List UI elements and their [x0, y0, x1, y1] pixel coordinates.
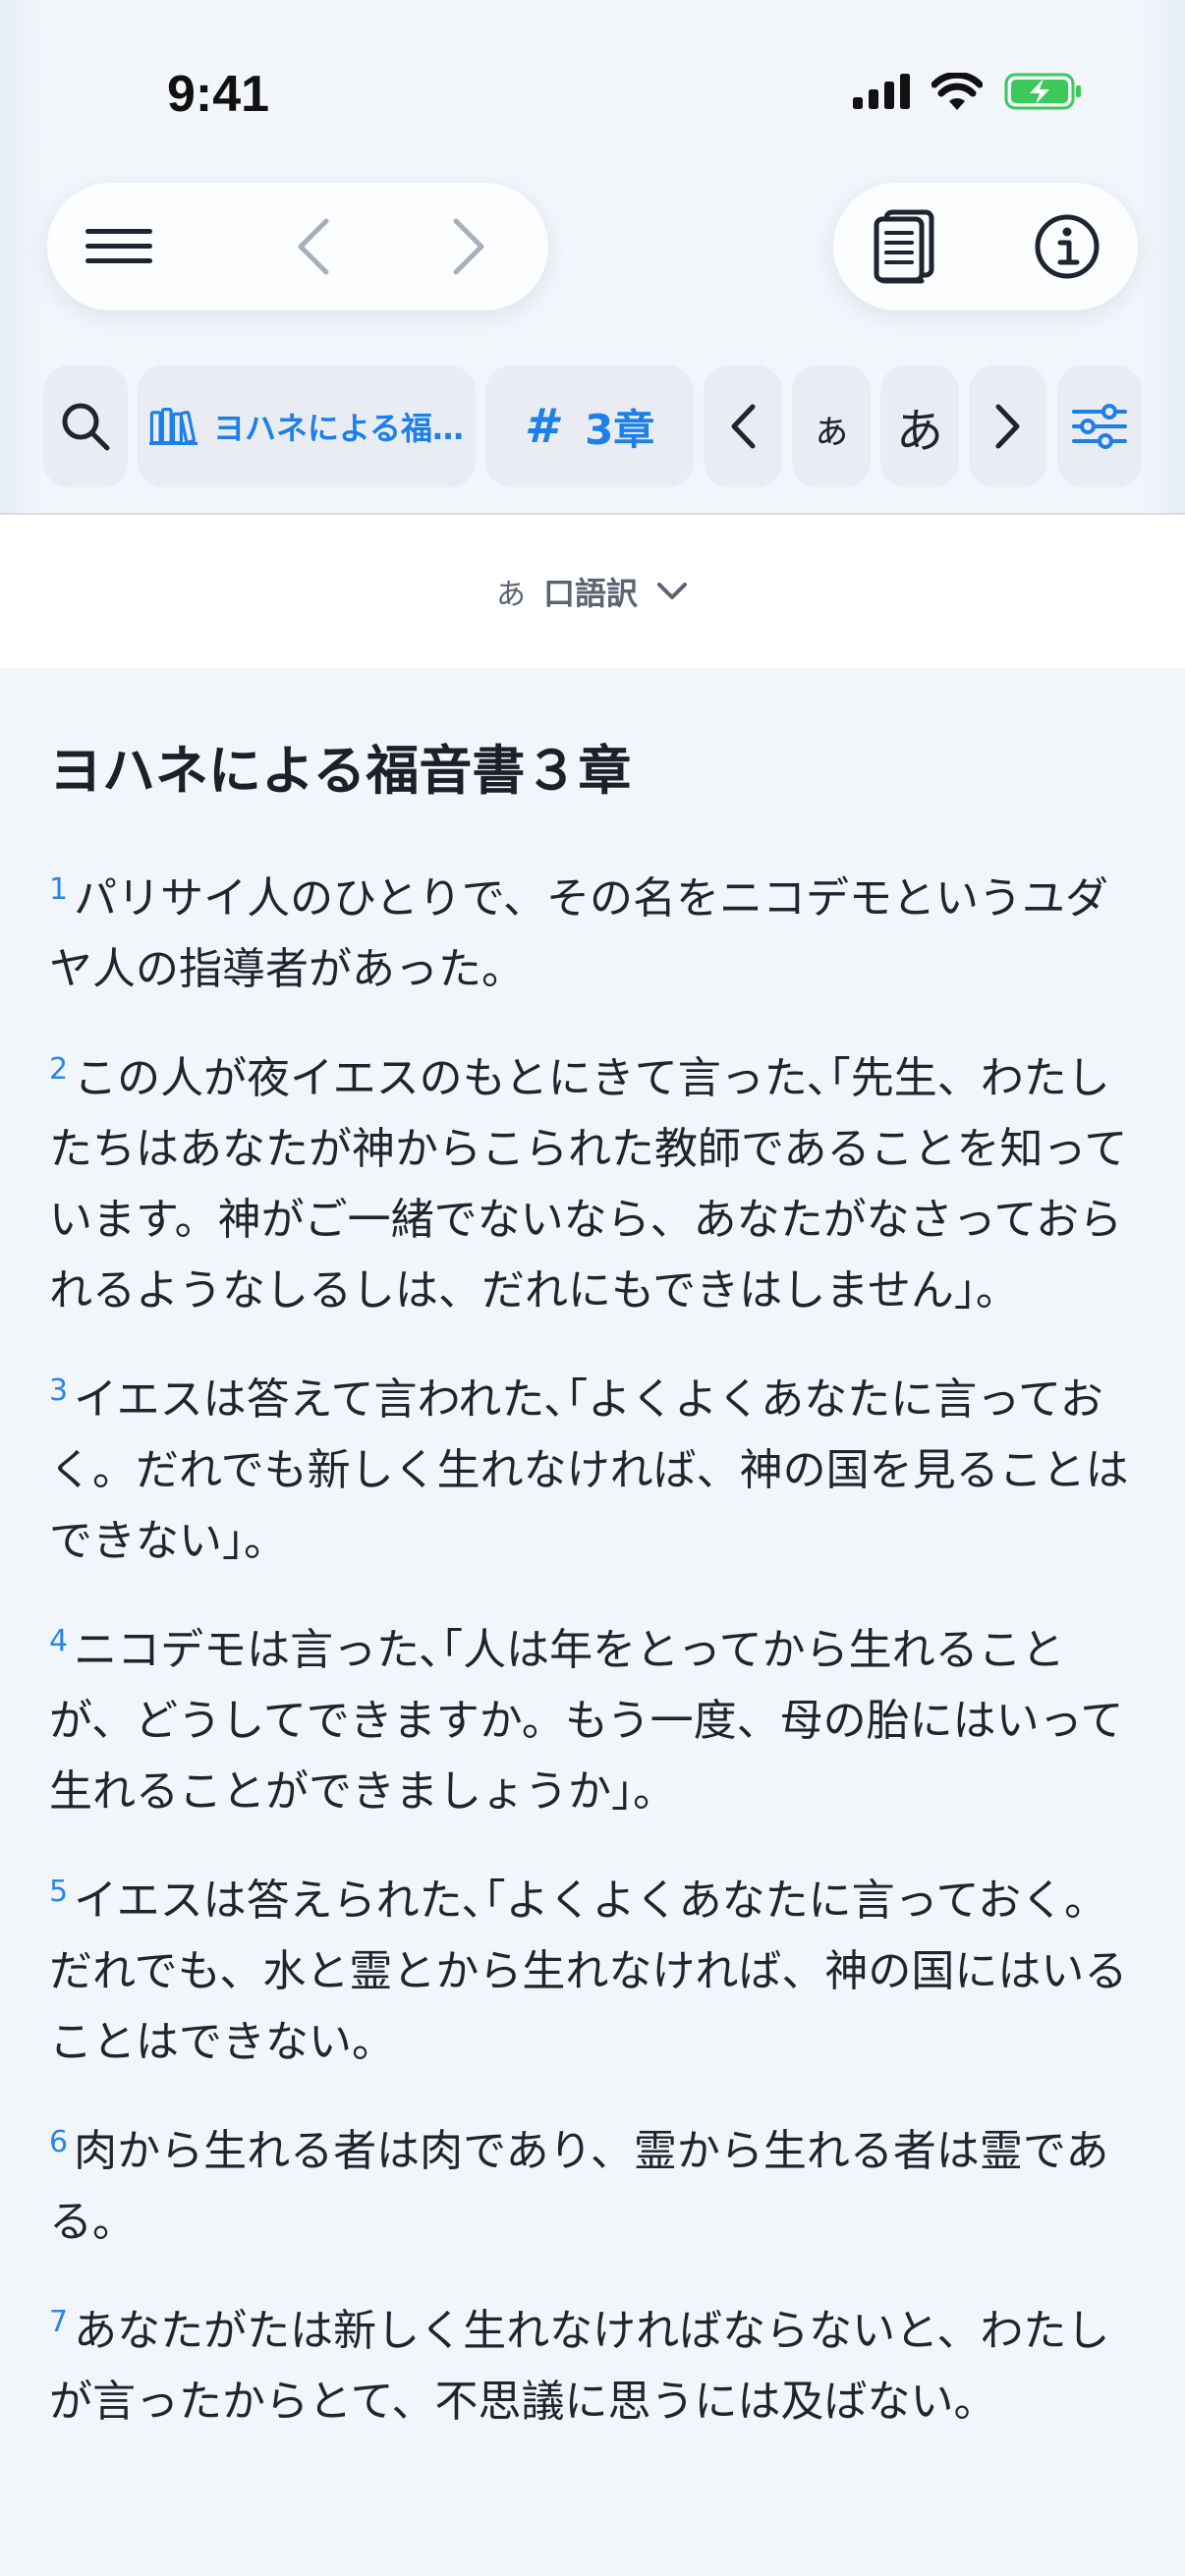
verse-number: 5 — [49, 1875, 69, 1909]
chevron-left-icon — [298, 218, 329, 275]
actions-pill — [833, 183, 1138, 310]
notes-button[interactable] — [855, 183, 953, 310]
chapter-label: 3章 — [585, 405, 655, 454]
book-selector-button[interactable]: ヨハネによる福… — [138, 365, 476, 487]
verse: 2 この人が夜イエスのもとにきて言った､｢先生、わたしたちはあなたが神からこられた… — [49, 1035, 1130, 1326]
chevron-left-icon — [731, 404, 756, 449]
verse: 1 パリサイ人のひとりで、その名をニコデモというユダヤ人の指導者があった。 — [49, 855, 1130, 1005]
forward-button[interactable] — [430, 183, 509, 310]
wifi-icon — [931, 73, 983, 110]
verse-number: 7 — [49, 2305, 69, 2339]
battery-charging-icon — [1004, 73, 1081, 110]
verse-text: イエスは答えて言われた､｢よくよくあなたに言っておく。だれでも新しく生れなければ… — [49, 1374, 1129, 1566]
chevron-right-icon — [453, 218, 484, 275]
font-large-label: あ — [895, 404, 943, 459]
chapter-content: ヨハネによる福音書３章 1 パリサイ人のひとりで、その名をニコデモというユダヤ人の… — [49, 727, 1130, 2476]
verse-text: 肉から生れる者は肉であり、霊から生れる者は霊である。 — [49, 2126, 1109, 2247]
verse-number: 3 — [49, 1373, 69, 1408]
info-button[interactable] — [1018, 183, 1116, 310]
menu-button[interactable] — [67, 183, 171, 310]
status-time: 9:41 — [167, 66, 270, 123]
settings-button[interactable] — [1057, 365, 1142, 487]
verse: 7 あなたがたは新しく生れなければならないと、わたしが言ったからとて、不思議に思う… — [49, 2287, 1130, 2437]
info-icon — [1035, 214, 1100, 279]
search-button[interactable] — [43, 365, 128, 487]
verse-text: この人が夜イエスのもとにきて言った､｢先生、わたしたちはあなたが神からこられた教… — [49, 1053, 1128, 1316]
increase-font-button[interactable]: あ — [880, 365, 959, 487]
chevron-down-icon — [657, 583, 687, 599]
verse: 6 肉から生れる者は肉であり、霊から生れる者は霊である。 — [49, 2107, 1130, 2258]
verse-number: 1 — [49, 872, 69, 907]
verse: 5 イエスは答えられた､｢よくよくあなたに言っておく。だれでも、水と霊とから生れな… — [49, 1857, 1130, 2078]
signal-icon — [853, 74, 910, 109]
document-icon — [874, 209, 934, 284]
translation-selector[interactable]: あ 口語訳 — [0, 515, 1185, 668]
sliders-icon — [1072, 404, 1127, 449]
verse-text: ニコデモは言った､｢人は年をとってから生れることが、どうしてできますか。もう一度… — [49, 1625, 1124, 1817]
verse-text: パリサイ人のひとりで、その名をニコデモというユダヤ人の指導者があった。 — [49, 873, 1109, 994]
navigation-pill — [47, 183, 548, 310]
verse: 3 イエスは答えて言われた､｢よくよくあなたに言っておく。だれでも新しく生れなけれ… — [49, 1356, 1130, 1577]
translation-prefix: あ — [495, 578, 526, 612]
chapter-selector-button[interactable]: # 3章 — [485, 365, 694, 487]
status-icons — [853, 73, 1083, 110]
back-button[interactable] — [273, 183, 352, 310]
chevron-right-icon — [995, 404, 1020, 449]
verse: 4 ニコデモは言った､｢人は年をとってから生れることが、どうしてできますか。もう一… — [49, 1606, 1130, 1827]
verse-text: イエスは答えられた､｢よくよくあなたに言っておく。だれでも、水と霊とから生れなけ… — [49, 1876, 1128, 2067]
search-icon — [62, 403, 110, 451]
verse-number: 4 — [49, 1624, 69, 1658]
library-books-icon — [149, 408, 198, 445]
next-chapter-button[interactable] — [969, 365, 1047, 487]
translation-name: 口語訳 — [542, 575, 638, 612]
verse-number: 6 — [49, 2125, 69, 2159]
decrease-font-button[interactable]: ぁ — [792, 365, 871, 487]
verse-text: あなたがたは新しく生れなければならないと、わたしが言ったからとて、不思議に思うに… — [49, 2306, 1110, 2427]
font-small-label: ぁ — [812, 408, 851, 453]
hash-icon: # — [524, 399, 558, 454]
verse-number: 2 — [49, 1052, 69, 1087]
book-label: ヨハネによる福… — [212, 410, 464, 447]
chapter-title: ヨハネによる福音書３章 — [49, 740, 632, 802]
hamburger-icon — [85, 229, 152, 263]
previous-chapter-button[interactable] — [704, 365, 782, 487]
